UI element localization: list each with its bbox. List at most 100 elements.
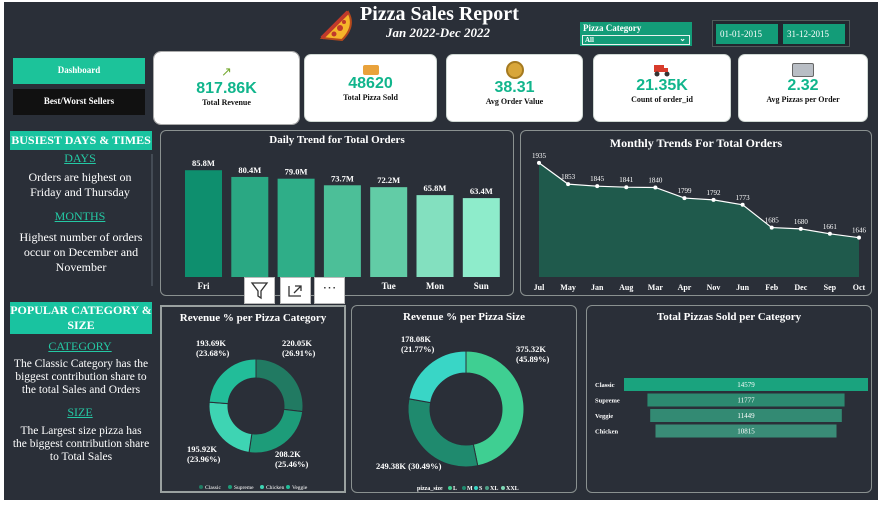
date-to-input[interactable]: 31-12-2015 [783, 24, 845, 44]
tick-label: Jul [534, 283, 545, 292]
category-label: Classic [595, 382, 615, 389]
bar [277, 178, 315, 277]
revenue-size-donut: 375.32K(45.89%) 249.38K (30.49%) 178.08K(2… [376, 334, 549, 492]
data-label: 1680 [794, 218, 809, 226]
kpi-card-avg-order-value: 38.31 Avg Order Value [446, 54, 583, 122]
data-point [711, 197, 716, 202]
legend-marker [474, 486, 478, 490]
donut-slice [208, 358, 257, 405]
kpi-card-count-orders: 21.35K Count of order_id [593, 54, 731, 122]
legend-item: Classic [205, 485, 221, 491]
data-label: 1661 [823, 223, 838, 231]
data-label: 1799 [677, 187, 692, 195]
bar [231, 176, 269, 277]
page-title: Pizza Sales Report [360, 3, 519, 25]
data-point [769, 225, 774, 230]
data-point [740, 202, 745, 207]
data-point [624, 185, 629, 190]
kpi-value: 2.32 [787, 77, 819, 94]
focus-mode-button[interactable] [280, 277, 311, 304]
category-label: Veggie [595, 413, 613, 420]
pizza-stack-icon [792, 63, 814, 77]
data-point [595, 184, 600, 189]
legend-item: XXL [506, 486, 519, 492]
best-worst-sellers-nav-button[interactable]: Best/Worst Sellers [13, 89, 145, 115]
data-label: 10815 [737, 428, 755, 436]
legend-item: L [453, 486, 457, 492]
days-link[interactable]: DAYS [10, 151, 150, 166]
data-label: 1841 [619, 176, 634, 184]
tick-label: Jun [736, 283, 749, 292]
pizza-box-icon [362, 65, 379, 75]
delivery-icon [652, 63, 672, 77]
legend-item: XL [490, 486, 498, 492]
legend-item: S [479, 486, 483, 492]
data-label: (26.91%) [282, 348, 315, 358]
date-range-slicer: 01-01-2015 31-12-2015 [712, 20, 850, 47]
data-label: (25.46%) [275, 459, 308, 469]
pizzas-sold-panel: Total Pizzas Sold per Category 14579 Clas… [586, 305, 872, 493]
data-label: 220.05K [282, 338, 312, 348]
data-label: 72.2M [377, 175, 400, 185]
data-label: (23.68%) [196, 348, 229, 358]
page-subtitle: Jan 2022-Dec 2022 [386, 25, 490, 40]
legend-title: pizza_size [417, 486, 443, 492]
dashboard-canvas: Pizza Sales Report Jan 2022-Dec 2022 Piz… [4, 2, 878, 500]
months-link[interactable]: MONTHS [10, 209, 150, 224]
legend-marker [485, 486, 489, 490]
tick-label: Tue [382, 281, 396, 291]
focus-mode-icon [288, 285, 302, 297]
kpi-card-total-pizza-sold: 48620 Total Pizza Sold [304, 54, 437, 122]
daily-trend-chart: 85.8MFri80.4MT79.0M73.7Md72.2MTue65.8MMo… [185, 158, 500, 291]
size-link[interactable]: SIZE [10, 405, 150, 420]
tick-label: Apr [678, 283, 692, 292]
data-label: 63.4M [470, 186, 493, 196]
dashboard-nav-button[interactable]: Dashboard [13, 58, 145, 84]
popular-category-header: POPULAR CATEGORY & SIZE [10, 302, 152, 334]
size-insight-text: The Largest size pizza has the biggest c… [12, 425, 150, 463]
filter-button[interactable] [244, 277, 275, 304]
revenue-category-panel[interactable]: Revenue % per Pizza Category 220.05K (26.… [160, 305, 346, 493]
tick-label: Mar [648, 283, 664, 292]
kpi-value: 48620 [348, 75, 393, 92]
days-insight-text: Orders are highest on Friday and Thursda… [28, 170, 132, 199]
category-insight-text: The Classic Category has the biggest con… [13, 358, 149, 396]
bar [323, 185, 361, 277]
kpi-value: 817.86K [196, 80, 257, 97]
category-dropdown[interactable]: All ⌄ [582, 35, 690, 45]
data-label: 11449 [737, 412, 755, 420]
category-label: Supreme [595, 398, 620, 405]
donut-slice [407, 398, 479, 468]
data-label: 65.8M [424, 183, 447, 193]
legend-marker [286, 485, 290, 489]
legend-marker [260, 485, 264, 489]
more-options-button[interactable]: ⋯ [314, 277, 345, 304]
donut-slice [255, 358, 304, 413]
bar [185, 170, 222, 277]
revenue-size-panel: Revenue % per Pizza Size 375.32K (45.89%)… [351, 305, 577, 493]
kpi-label: Avg Order Value [485, 97, 544, 106]
tick-label: Feb [765, 283, 778, 292]
data-label: (21.77%) [401, 344, 434, 354]
kpi-label: Avg Pizzas per Order [766, 95, 840, 104]
date-from-input[interactable]: 01-01-2015 [716, 24, 778, 44]
data-point [798, 226, 803, 231]
data-label: 195.92K [187, 444, 217, 454]
tick-label: Dec [794, 283, 807, 292]
tick-label: Sun [474, 281, 489, 291]
data-point [653, 185, 658, 190]
data-label: (23.96%) [187, 454, 220, 464]
data-label: 80.4M [238, 165, 261, 175]
legend-item: Chicken [266, 485, 285, 491]
data-point [537, 160, 541, 165]
data-label: 1845 [590, 175, 605, 183]
months-insight-text: Highest number of orders occur on Decemb… [19, 230, 143, 274]
tick-label: Sep [824, 283, 837, 292]
tick-label: Jan [591, 283, 604, 292]
pizza-logo-icon [319, 10, 352, 42]
tick-label: Oct [853, 283, 866, 292]
kpi-value: 38.31 [494, 79, 535, 96]
pizza-category-slicer[interactable]: Pizza Category All ⌄ [580, 22, 692, 46]
category-link[interactable]: CATEGORY [10, 339, 150, 354]
revenue-category-donut: 220.05K(26.91%)208.2K(25.46%)195.92K(23.… [187, 338, 315, 491]
